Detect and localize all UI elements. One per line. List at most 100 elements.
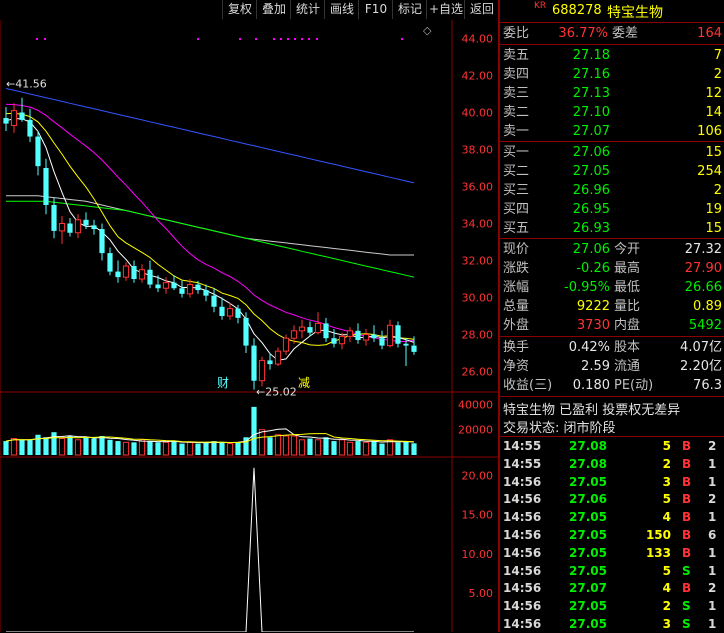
toolbar-button-4[interactable]: F10 [358,0,393,19]
volume-bar [19,439,25,455]
price-tick-label: 36.00 [462,181,494,194]
stock-header: KR 688278 特宝生物 [500,0,724,22]
candle-body [386,324,394,347]
volume-bar [379,443,385,455]
candle-body [99,229,105,254]
trade-row: 14:55 27.08 5 B 2 [503,439,717,453]
volume-bar [203,442,209,455]
trade-row: 14:56 27.05 150 B 6 [503,528,717,542]
volume-bar [155,442,161,455]
candle-body [179,288,185,294]
candle-body [51,205,57,231]
ma20-line [5,103,415,342]
volume-bar [107,439,113,455]
candle-body [346,330,354,337]
candle-body [43,168,49,205]
weibi-value: 36.77% [558,26,608,41]
volume-bar [274,434,282,456]
volume-bar [83,437,89,455]
volume-bar [290,435,298,456]
candle-body [226,308,234,317]
toolbar-button-3[interactable]: 画线 [324,0,359,19]
candle-body [395,325,401,344]
trade-row: 14:55 27.08 2 B 1 [503,456,717,471]
bid-level-2: 买二 27.05 254 [503,164,722,179]
ask-level-3: 卖三 27.13 12 [503,86,722,101]
low-annotation: ←25.02 [256,386,297,399]
ask-level-2: 卖二 27.10 14 [503,105,722,120]
fund-row-2: 收益(三) 0.180 PE(动) 76.3 [503,378,722,393]
candle-body [74,219,82,234]
toolbar-button-5[interactable]: 标记 [392,0,427,19]
volume-bar [235,442,241,455]
event-dot [301,38,303,40]
trade-row: 14:56 27.05 133 B 1 [503,545,717,560]
candle-body [282,337,290,352]
candle-body [219,306,225,316]
bid-level-4: 买四 26.95 19 [503,202,722,217]
volume-bar [67,436,73,455]
stat-row-3: 总量 9222 量比 0.89 [503,299,722,314]
volume-bar [58,438,66,456]
candle-body [307,327,313,333]
volume-bar [27,439,33,455]
volume-bar [298,439,306,456]
ma5-line [5,118,415,361]
event-dot [44,38,46,40]
volume-bar [195,443,201,455]
stat-row-0: 现价 27.06 今开 27.32 [503,242,722,257]
ma10-line [5,112,415,346]
candle-body [91,225,97,230]
candle-body [267,360,273,365]
toolbar-button-0[interactable]: 复权 [222,0,257,19]
candle-body [58,223,66,232]
price-tick-label: 42.00 [462,70,494,83]
kline-chart[interactable]: ◇ 44.00 42.00 40.00 38.00 36.00 34.00 32.00 30.0… [0,20,498,632]
candle-body [338,335,346,345]
toolbar-button-2[interactable]: 统计 [290,0,325,19]
price-tick-label: 32.00 [462,255,494,268]
volume-bar [314,439,322,456]
volume-ma-line [5,433,415,443]
volume-bar [10,438,18,456]
volume-bar [282,435,290,456]
stock-code: 688278 [552,3,602,18]
toolbar-button-1[interactable]: 叠加 [256,0,291,19]
candle-body [19,112,25,120]
price-tick-label: 38.00 [462,144,494,157]
candle-body [274,350,282,365]
indicator-tick-label: 5.00 [469,587,494,600]
indicator-line [6,467,414,632]
trade-row: 14:56 27.06 5 B 2 [503,492,717,507]
candle-body [171,282,177,289]
candle-body [331,338,337,344]
candle-body [290,330,298,339]
volume-bar [147,441,153,455]
event-dot [280,38,282,40]
indicator-tick-label: 15.00 [462,509,494,522]
volume-bar [403,441,409,455]
candle-body [155,284,161,289]
volume-bar [51,432,57,455]
candle-body [235,308,241,318]
volume-bar [346,441,354,456]
candle-body [314,322,322,334]
ask-level-5: 卖五 27.18 7 [503,48,722,63]
volume-bar [162,441,170,456]
toolbar-button-7[interactable]: 返回 [464,0,499,19]
ask-level-4: 卖四 27.16 2 [503,67,722,82]
stat-row-1: 涨跌 -0.26 最高 27.90 [503,261,722,276]
trading-status: 交易状态: 闭市阶段 [503,421,616,436]
volume-bar [226,443,234,456]
candle-body [10,110,18,126]
candle-body [115,271,121,278]
volume-bar [131,442,137,455]
weibi-row: 委比 36.77% 委差 164 [503,26,722,41]
candle-body [138,269,146,280]
volume-bar [395,442,401,455]
volume-bar [211,441,217,455]
trade-row: 14:56 27.05 4 B 1 [503,510,717,525]
toolbar-button-6[interactable]: +自选 [426,0,465,19]
event-dot [294,38,296,40]
event-dot [401,38,403,40]
